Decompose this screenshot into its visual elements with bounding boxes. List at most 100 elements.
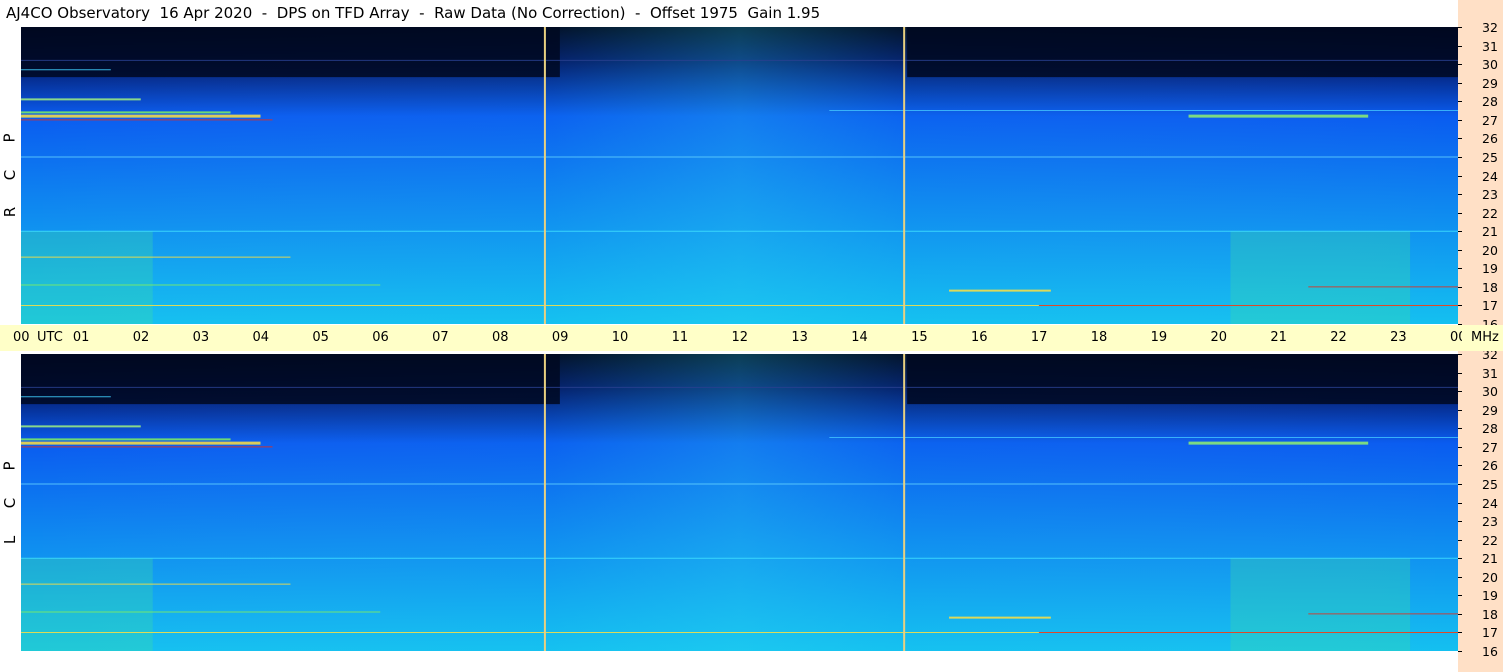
top-label-r: P xyxy=(0,133,19,143)
time-tick-label: 16 xyxy=(971,330,988,345)
freq-tick-mark xyxy=(1458,521,1462,523)
freq-tick-mark xyxy=(1458,391,1462,393)
time-tick-label: 00 xyxy=(13,330,30,345)
freq-tick-label: 31 xyxy=(1482,365,1498,381)
time-tick-label: 19 xyxy=(1150,330,1168,345)
freq-tick-mark xyxy=(1458,249,1462,251)
freq-axis-top: 3231302928272625242322212019181716 xyxy=(1458,0,1503,331)
time-tick-label: 23 xyxy=(1390,330,1407,345)
freq-tick-mark xyxy=(1458,465,1462,467)
time-tick-label: 22 xyxy=(1330,330,1347,345)
freq-tick-label: 31 xyxy=(1482,38,1498,54)
time-tick-label: 09 xyxy=(551,330,569,345)
freq-tick-mark xyxy=(1458,428,1462,430)
time-tick-label: 01 xyxy=(72,330,90,345)
freq-tick-label: 30 xyxy=(1482,57,1498,73)
spectrogram-bottom-svg xyxy=(21,354,1458,651)
freq-axis-bottom: 32 31 30 29 28 27 26 25 24 23 22 21 20 19 18 17 16 xyxy=(1458,348,1503,672)
time-axis-strip: 00 01 02 03 04 05 06 07 08 09 10 11 12 13 14 15 16 17 18 19… xyxy=(0,325,1467,351)
freq-tick-label: 17 xyxy=(1482,625,1498,641)
time-tick-label: 02 xyxy=(132,330,150,345)
freq-tick-label: 19 xyxy=(1482,588,1498,604)
freq-tick-mark xyxy=(1458,64,1462,66)
time-tick-label: 14 xyxy=(851,330,868,345)
freq-tick-label: 26 xyxy=(1482,131,1498,147)
time-tick-label: 06 xyxy=(372,330,389,345)
freq-tick-label: 19 xyxy=(1482,261,1498,277)
freq-tick-mark xyxy=(1458,305,1462,307)
time-tick-label: 03 xyxy=(192,330,210,345)
time-tick-label: 21 xyxy=(1270,330,1287,345)
time-tick-label: 15 xyxy=(911,330,928,345)
bottom-label-c: C xyxy=(0,497,19,509)
time-tick-label: 04 xyxy=(252,330,270,345)
freq-tick-label: 22 xyxy=(1482,205,1498,221)
freq-tick-label: 20 xyxy=(1482,569,1498,585)
bottom-panel-label: P C L xyxy=(0,458,19,548)
freq-tick-mark xyxy=(1458,409,1462,411)
top-label-c: C xyxy=(0,169,19,181)
freq-tick-mark xyxy=(1458,194,1462,196)
freq-tick-label: 25 xyxy=(1482,476,1498,492)
freq-tick-label: 16 xyxy=(1482,644,1498,659)
time-tick-label: 11 xyxy=(671,330,689,345)
freq-tick-mark xyxy=(1458,156,1462,158)
night-enhanced-region xyxy=(1230,558,1411,651)
freq-tick-label: 21 xyxy=(1482,224,1498,240)
freq-tick-mark xyxy=(1458,268,1462,270)
freq-tick-mark xyxy=(1458,446,1462,448)
top-panel-label: P C R xyxy=(0,130,19,220)
night-dark-region xyxy=(907,27,1458,78)
time-tick-label: 08 xyxy=(492,330,509,345)
freq-tick-label: 25 xyxy=(1482,149,1498,165)
freq-tick-mark xyxy=(1458,119,1462,121)
freq-tick-label: 21 xyxy=(1482,551,1498,567)
freq-tick-mark xyxy=(1458,539,1462,541)
freq-tick-label: 30 xyxy=(1482,384,1498,400)
freq-tick-label: 28 xyxy=(1482,94,1498,110)
time-unit-label: UTC xyxy=(37,330,63,345)
bottom-label-l: P xyxy=(0,461,19,471)
freq-tick-label: 32 xyxy=(1482,20,1498,35)
freq-tick-label: 29 xyxy=(1482,402,1498,418)
freq-tick-label: 23 xyxy=(1482,187,1498,203)
night-dark-region xyxy=(907,354,1458,405)
freq-tick-mark xyxy=(1458,372,1462,374)
time-tick-label: 12 xyxy=(731,330,749,345)
freq-tick-label: 20 xyxy=(1482,242,1498,258)
freq-tick-label: 24 xyxy=(1482,495,1498,511)
chart-title: AJ4CO Observatory 16 Apr 2020 - DPS on T… xyxy=(6,4,821,22)
freq-tick-mark xyxy=(1458,82,1462,84)
bottom-label-p: L xyxy=(0,535,19,545)
freq-tick-label: 23 xyxy=(1482,514,1498,530)
freq-tick-label: 27 xyxy=(1482,439,1498,455)
freq-tick-label: 18 xyxy=(1482,279,1498,295)
time-tick-label: 18 xyxy=(1090,330,1108,345)
time-tick-label: 10 xyxy=(611,330,629,345)
freq-tick-label: 17 xyxy=(1482,298,1498,314)
freq-tick-label: 28 xyxy=(1482,421,1498,437)
freq-tick-mark xyxy=(1458,651,1462,652)
time-tick-label: 20 xyxy=(1210,330,1228,345)
spectrogram-bottom-lcp xyxy=(21,354,1458,651)
freq-tick-mark xyxy=(1458,576,1462,578)
night-enhanced-region xyxy=(21,558,153,651)
night-enhanced-region xyxy=(21,231,153,324)
freq-tick-label: 24 xyxy=(1482,168,1498,184)
time-tick-label: 13 xyxy=(791,330,808,345)
freq-tick-mark xyxy=(1458,483,1462,485)
freq-tick-mark xyxy=(1458,286,1462,288)
freq-tick-mark xyxy=(1458,595,1462,597)
freq-tick-mark xyxy=(1458,45,1462,47)
freq-tick-label: 18 xyxy=(1482,606,1498,622)
time-tick-label: 05 xyxy=(312,330,329,345)
freq-tick-mark xyxy=(1458,138,1462,140)
freq-tick-mark xyxy=(1458,613,1462,615)
time-tick-label: 17 xyxy=(1030,330,1048,345)
freq-tick-label: 29 xyxy=(1482,75,1498,91)
freq-tick-mark xyxy=(1458,175,1462,177)
freq-tick-mark xyxy=(1458,212,1462,214)
spectrogram-top-svg xyxy=(21,27,1458,324)
night-enhanced-region xyxy=(1230,231,1411,324)
freq-tick-mark xyxy=(1458,231,1462,233)
